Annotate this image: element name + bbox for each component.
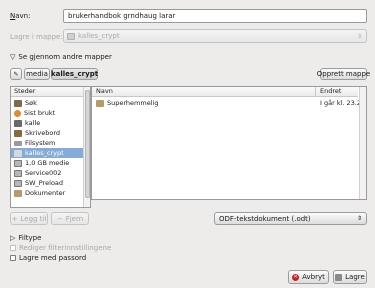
add-place-button[interactable]: + Legg til [10, 212, 48, 225]
place-label: 1,0 GB medie [25, 159, 70, 167]
drive-icon [14, 140, 22, 146]
create-folder-button[interactable]: Opprett mappe [316, 68, 371, 80]
drive-icon [14, 169, 22, 177]
expander-open-icon: ▽ [10, 53, 16, 61]
place-label: Filsystem [25, 139, 56, 147]
place-item-sw-preload[interactable]: SW_Preload [11, 178, 83, 188]
place-label: Sist brukt [24, 109, 56, 117]
password-label: Lagre med passord [19, 254, 87, 262]
edit-path-icon: ✎ [13, 70, 19, 78]
path-button-label: kalles_crypt [50, 70, 99, 78]
save-in-combo[interactable]: kalles_crypt ⇕ [63, 29, 367, 43]
place-label: Service002 [25, 169, 62, 177]
place-label: SW_Preload [25, 179, 64, 187]
files-scrollbar[interactable] [359, 87, 366, 199]
save-icon [335, 273, 343, 281]
search-icon [14, 99, 22, 107]
place-label: kalles_crypt [25, 149, 64, 157]
checkbox-box [10, 245, 16, 251]
places-scrollbar[interactable] [83, 87, 90, 207]
drive-icon [67, 32, 75, 40]
files-header: Navn Endret [92, 87, 358, 97]
place-item-filesystem[interactable]: Filsystem [11, 138, 83, 148]
edit-filter-checkbox[interactable]: Rediger filterinnstillingene [10, 244, 111, 252]
place-item-recent[interactable]: Sist brukt [11, 108, 83, 118]
folder-icon [14, 189, 22, 197]
save-button[interactable]: Lagre [333, 270, 367, 284]
drive-icon [14, 179, 22, 187]
save-in-label: Lagre i mappe: [10, 33, 63, 41]
save-label: Lagre [345, 273, 365, 281]
file-row[interactable]: Superhemmelig I går kl. 23.24 [92, 98, 365, 108]
places-panel: Steder Søk Sist brukt kalle Skrivebord F… [10, 86, 91, 208]
file-type-combo[interactable]: ODF-tekstdokument (.odt) ⇕ [214, 212, 367, 225]
place-item-documents[interactable]: Dokumenter [11, 188, 83, 198]
browse-label: Se gjennom andre mapper [18, 53, 112, 61]
file-type-value: ODF-tekstdokument (.odt) [219, 214, 311, 223]
place-label: Skrivebord [25, 129, 61, 137]
desktop-icon [14, 129, 22, 137]
place-item-search[interactable]: Søk [11, 98, 83, 108]
filetype-label: Filtype [18, 234, 42, 242]
browse-expander[interactable]: ▽ Se gjennom andre mapper [10, 53, 112, 61]
combo-arrows-icon: ⇕ [356, 32, 362, 40]
minus-icon: − [56, 214, 63, 223]
files-panel: Navn Endret Superhemmelig I går kl. 23.2… [91, 86, 367, 200]
name-label: Navn: [10, 12, 31, 20]
cancel-button[interactable]: ✕ Avbryt [288, 270, 329, 284]
file-name: Superhemmelig [107, 99, 159, 107]
place-item-home[interactable]: kalle [11, 118, 83, 128]
path-button-label: media [26, 70, 48, 78]
plus-icon: + [11, 214, 18, 223]
add-place-label: Legg til [20, 214, 47, 223]
edit-filter-label: Rediger filterinnstillingene [19, 244, 112, 252]
password-checkbox[interactable]: Lagre med passord [10, 254, 86, 262]
checkbox-box [10, 255, 16, 261]
places-scrollbar-thumb[interactable] [85, 90, 90, 198]
remove-place-button[interactable]: − Fjern [51, 212, 89, 225]
drive-icon [14, 159, 22, 167]
place-label: Søk [25, 99, 37, 107]
place-item-kalles-crypt[interactable]: kalles_crypt [11, 148, 83, 158]
filetype-expander[interactable]: ▷ Filtype [10, 234, 41, 242]
cancel-label: Avbryt [302, 273, 325, 281]
cancel-icon: ✕ [292, 273, 300, 281]
path-button-media[interactable]: media [24, 68, 50, 80]
combo-arrows-icon: ⇕ [356, 215, 362, 222]
places-header[interactable]: Steder [11, 87, 90, 97]
name-field-value: brukerhandbok grndhaug larar [68, 12, 176, 20]
place-label: Dokumenter [25, 189, 66, 197]
place-item-desktop[interactable]: Skrivebord [11, 128, 83, 138]
save-in-value: kalles_crypt [78, 32, 120, 40]
name-field[interactable]: brukerhandbok grndhaug larar [63, 9, 367, 23]
place-item-media[interactable]: 1,0 GB medie [11, 158, 83, 168]
folder-icon [96, 99, 104, 107]
drive-icon [14, 149, 22, 157]
expander-closed-icon: ▷ [10, 234, 16, 242]
recent-icon [14, 109, 21, 117]
home-icon [14, 119, 22, 127]
column-modified[interactable]: Endret [320, 87, 341, 96]
create-folder-label: Opprett mappe [316, 70, 371, 78]
path-button-kalles-crypt[interactable]: kalles_crypt [51, 68, 98, 80]
place-item-service002[interactable]: Service002 [11, 168, 83, 178]
place-label: kalle [25, 119, 41, 127]
remove-place-label: Fjern [65, 214, 84, 223]
column-name[interactable]: Navn [96, 87, 113, 96]
places-header-label: Steder [14, 87, 36, 95]
path-toggle-button[interactable]: ✎ [10, 68, 22, 80]
